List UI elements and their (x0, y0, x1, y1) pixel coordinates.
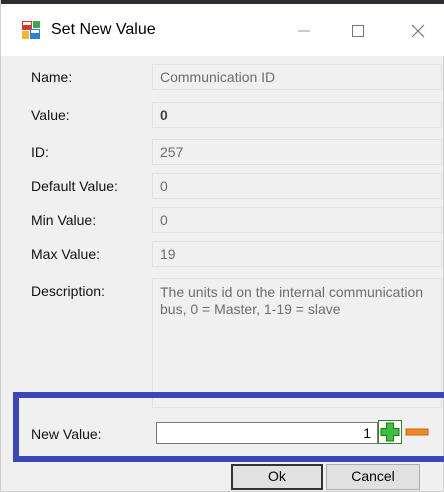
min-value-field: 0 (152, 207, 442, 233)
max-value-label: Max Value: (31, 246, 100, 262)
description-label: Description: (31, 283, 105, 299)
title-bar[interactable]: Set New Value (1, 4, 444, 56)
value-field: 0 (152, 102, 442, 128)
cancel-button[interactable]: Cancel (326, 464, 420, 490)
name-label: Name: (31, 69, 73, 85)
min-value-label: Min Value: (31, 212, 97, 228)
plus-icon[interactable] (378, 420, 402, 444)
set-new-value-dialog: Set New Value Name: Communication ID Val… (0, 0, 444, 492)
ok-button[interactable]: Ok (231, 464, 323, 490)
close-icon (411, 24, 425, 38)
app-icon (22, 21, 40, 39)
minimize-icon (298, 30, 310, 32)
default-value-label: Default Value: (31, 178, 118, 194)
minimize-button[interactable] (279, 8, 329, 54)
maximize-button[interactable] (333, 8, 383, 54)
description-field: The units id on the internal communicati… (152, 278, 442, 408)
default-value-field: 0 (152, 173, 442, 199)
close-button[interactable] (393, 8, 443, 54)
window-title: Set New Value (51, 21, 156, 38)
maximize-icon (352, 25, 364, 37)
max-value-field: 19 (152, 241, 442, 267)
new-value-label: New Value: (31, 426, 102, 442)
name-field: Communication ID (152, 64, 442, 90)
id-field: 257 (152, 139, 442, 165)
minus-icon[interactable] (405, 420, 429, 444)
new-value-input[interactable]: 1 (156, 422, 378, 444)
value-label: Value: (31, 107, 70, 123)
id-label: ID: (31, 144, 49, 160)
